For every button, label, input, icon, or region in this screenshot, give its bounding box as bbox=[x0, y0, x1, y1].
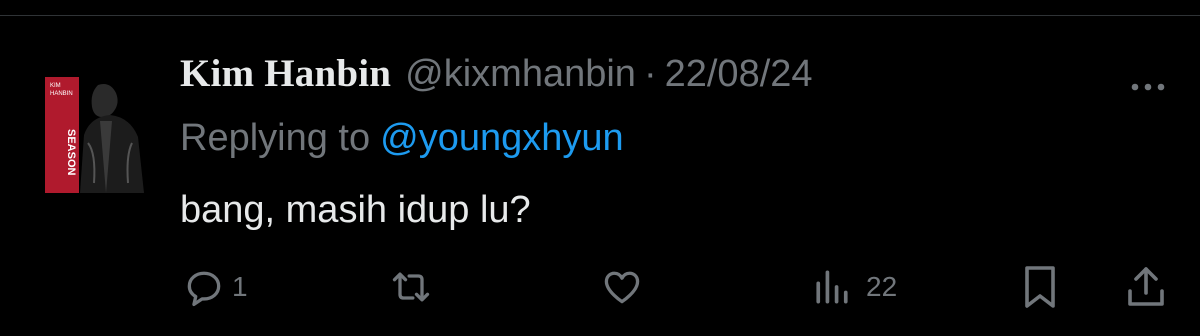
action-bar: 1 22 bbox=[0, 257, 1200, 317]
like-button[interactable] bbox=[600, 257, 654, 317]
svg-text:SEASON: SEASON bbox=[65, 129, 77, 176]
retweet-icon bbox=[386, 265, 436, 309]
replying-to-label: Replying to bbox=[180, 117, 371, 159]
heart-icon bbox=[600, 265, 644, 309]
share-upload-icon bbox=[1124, 263, 1168, 311]
separator-dot: · bbox=[643, 53, 657, 95]
author-handle[interactable]: @kixmhanbin bbox=[405, 53, 636, 96]
author-name[interactable]: Kim Hanbin bbox=[180, 51, 391, 96]
tweet-header: Kim Hanbin @kixmhanbin · 22/08/24 bbox=[180, 51, 813, 111]
reply-bubble-icon bbox=[182, 265, 226, 309]
views-button[interactable]: 22 bbox=[812, 257, 897, 317]
top-divider bbox=[0, 0, 1200, 16]
reply-count: 1 bbox=[232, 271, 248, 302]
tweet-date[interactable]: 22/08/24 bbox=[665, 53, 813, 96]
tweet-text: bang, masih idup lu? bbox=[180, 189, 531, 231]
svg-text:KIM: KIM bbox=[50, 83, 61, 89]
views-bar-chart-icon bbox=[812, 265, 852, 309]
tweet[interactable]: KIM HANBIN SEASON Kim Hanbin @kixmhanbin… bbox=[0, 17, 1200, 336]
bookmark-button[interactable] bbox=[1020, 257, 1060, 317]
reply-button[interactable]: 1 bbox=[182, 257, 248, 317]
bookmark-icon bbox=[1020, 263, 1060, 311]
avatar[interactable]: KIM HANBIN SEASON bbox=[40, 73, 148, 195]
svg-text:HANBIN: HANBIN bbox=[50, 91, 73, 97]
more-options-button[interactable] bbox=[1128, 67, 1168, 107]
replying-to-mention[interactable]: @youngxhyun bbox=[380, 117, 624, 159]
replying-to: Replying to @youngxhyun bbox=[180, 117, 624, 160]
views-count: 22 bbox=[866, 271, 898, 302]
more-options-icon bbox=[1130, 82, 1166, 92]
share-button[interactable] bbox=[1124, 257, 1168, 317]
retweet-button[interactable] bbox=[386, 257, 446, 317]
